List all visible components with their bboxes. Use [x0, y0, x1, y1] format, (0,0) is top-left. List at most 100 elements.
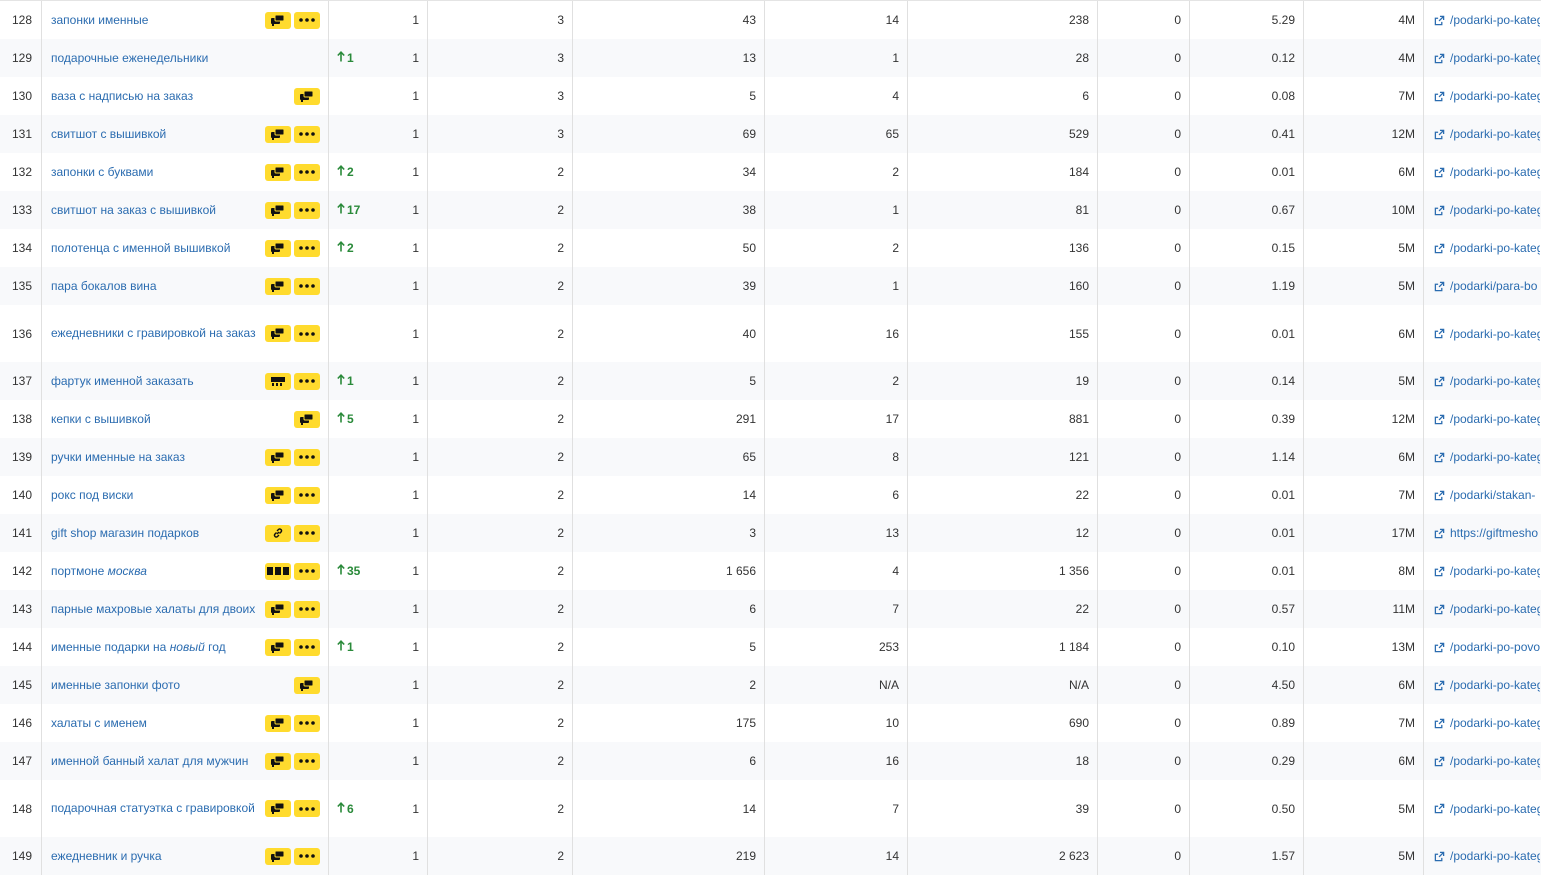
ads-icon[interactable]: [265, 562, 291, 580]
shopping-icon[interactable]: [265, 372, 291, 390]
url-text: /podarki-po-kateg: [1450, 849, 1541, 863]
serp-features-icon[interactable]: [265, 600, 291, 618]
url-link[interactable]: /podarki-po-kateg: [1434, 849, 1541, 863]
serp-features-icon[interactable]: [265, 277, 291, 295]
url-link[interactable]: /podarki-po-kateg: [1434, 412, 1540, 426]
keyword-link[interactable]: именной банный халат для мужчин: [51, 752, 248, 771]
serp-features-icon[interactable]: [265, 800, 291, 817]
more-icon[interactable]: [294, 163, 320, 181]
keyword-link[interactable]: ежедневники с гравировкой на заказ: [51, 324, 256, 343]
keyword-link[interactable]: именные запонки фото: [51, 676, 180, 695]
url-link[interactable]: /podarki-po-kateg: [1434, 89, 1540, 103]
position-change-value: 1: [347, 640, 354, 654]
url-link[interactable]: /podarki-po-kateg: [1434, 51, 1540, 65]
keyword-link[interactable]: полотенца с именной вышивкой: [51, 239, 230, 258]
more-icon[interactable]: [294, 448, 320, 466]
more-icon[interactable]: [294, 562, 320, 580]
serp-badges: [265, 800, 320, 817]
more-icon[interactable]: [294, 486, 320, 504]
serp-features-icon[interactable]: [265, 638, 291, 656]
serp-features-icon[interactable]: [265, 163, 291, 181]
url-link[interactable]: /podarki-po-povo: [1434, 640, 1540, 654]
serp-features-icon[interactable]: [265, 847, 291, 865]
keyword-link[interactable]: парные махровые халаты для двоих: [51, 600, 255, 619]
more-icon[interactable]: [294, 11, 320, 29]
serp-features-icon[interactable]: [265, 448, 291, 466]
serp-features-icon[interactable]: [265, 325, 291, 342]
keyword-link[interactable]: подарочная статуэтка с гравировкой: [51, 799, 255, 818]
url-link[interactable]: /podarki-po-kateg: [1434, 241, 1540, 255]
position-value: 1: [377, 191, 428, 229]
link-icon[interactable]: [265, 524, 291, 542]
more-icon[interactable]: [294, 201, 320, 219]
more-icon[interactable]: [294, 372, 320, 390]
more-icon[interactable]: [294, 125, 320, 143]
url-link[interactable]: /podarki-po-kateg: [1434, 13, 1540, 27]
keyword-link[interactable]: халаты с именем: [51, 714, 147, 733]
keyword-link[interactable]: рокс под виски: [51, 486, 133, 505]
serp-features-icon[interactable]: [265, 11, 291, 29]
serp-features-icon[interactable]: [294, 410, 320, 428]
more-icon[interactable]: [294, 847, 320, 865]
keyword-link[interactable]: свитшот с вышивкой: [51, 125, 166, 144]
more-icon[interactable]: [294, 277, 320, 295]
more-icon[interactable]: [294, 325, 320, 342]
url-link[interactable]: /podarki/stakan-: [1434, 488, 1535, 502]
metric-cell-text: 17: [885, 412, 899, 426]
keyword-link[interactable]: запонки с буквами: [51, 163, 153, 182]
more-icon[interactable]: [294, 800, 320, 817]
url-link[interactable]: /podarki-po-kateg: [1434, 450, 1540, 464]
url-link[interactable]: /podarki-po-kateg: [1434, 716, 1540, 730]
keyword-link[interactable]: портмоне москва: [51, 562, 147, 581]
metric-cell-text: 5: [749, 374, 756, 388]
more-icon[interactable]: [294, 714, 320, 732]
keyword-link[interactable]: именные подарки на новый год: [51, 638, 226, 657]
url-link[interactable]: /podarki-po-kateg: [1434, 165, 1540, 179]
url-link[interactable]: /podarki-po-kateg: [1434, 802, 1540, 816]
url-link[interactable]: /podarki-po-kateg: [1434, 127, 1540, 141]
serp-features-icon[interactable]: [294, 87, 320, 105]
url-link[interactable]: /podarki-po-kateg: [1434, 602, 1540, 616]
keyword-link[interactable]: ежедневник и ручка: [51, 847, 162, 866]
serp-features-icon[interactable]: [265, 239, 291, 257]
url-link[interactable]: /podarki-po-kateg: [1434, 754, 1540, 768]
metric-cell: 7M: [1304, 77, 1424, 115]
metric-cell: 0: [1098, 229, 1190, 267]
more-icon[interactable]: [294, 752, 320, 770]
metric-cell-text: 0: [1174, 412, 1181, 426]
more-icon[interactable]: [294, 600, 320, 618]
serp-features-icon[interactable]: [265, 714, 291, 732]
keyword-link[interactable]: кепки с вышивкой: [51, 410, 151, 429]
keyword-link[interactable]: запонки именные: [51, 11, 148, 30]
metric-cell: 0: [1098, 39, 1190, 77]
url-link[interactable]: /podarki-po-kateg: [1434, 564, 1540, 578]
keyword-link[interactable]: пара бокалов вина: [51, 277, 157, 296]
keyword-link[interactable]: ваза с надписью на заказ: [51, 87, 193, 106]
url-cell: https://giftmesho: [1424, 514, 1541, 552]
keyword-link[interactable]: подарочные еженедельники: [51, 49, 208, 68]
serp-features-icon[interactable]: [265, 125, 291, 143]
serp-features-icon[interactable]: [265, 752, 291, 770]
more-icon[interactable]: [294, 638, 320, 656]
url-link[interactable]: /podarki-po-kateg: [1434, 374, 1540, 388]
more-icon[interactable]: [294, 239, 320, 257]
serp-features-icon[interactable]: [265, 201, 291, 219]
url-link[interactable]: /podarki-po-kateg: [1434, 327, 1540, 341]
table-row: 147 именной банный халат для мужчин 1 2 6 16 1…: [0, 742, 1541, 780]
metric-cell-text: 14: [885, 849, 899, 863]
keyword-link[interactable]: gift shop магазин подарков: [51, 524, 199, 543]
metric-cell: 7M: [1304, 704, 1424, 742]
url-link[interactable]: /podarki/para-bo: [1434, 279, 1537, 293]
url-link[interactable]: /podarki-po-kateg: [1434, 203, 1540, 217]
metric-cell-text: 16: [885, 326, 899, 341]
keyword-link[interactable]: ручки именные на заказ: [51, 448, 185, 467]
keyword-link[interactable]: свитшот на заказ с вышивкой: [51, 201, 216, 220]
metric-cell-text: 2: [557, 203, 564, 217]
serp-features-icon[interactable]: [294, 676, 320, 694]
more-icon[interactable]: [294, 524, 320, 542]
metric-cell-text: 8: [892, 450, 899, 464]
url-link[interactable]: /podarki-po-kateg: [1434, 678, 1540, 692]
url-link[interactable]: https://giftmesho: [1434, 526, 1538, 540]
keyword-link[interactable]: фартук именной заказать: [51, 372, 194, 391]
serp-features-icon[interactable]: [265, 486, 291, 504]
